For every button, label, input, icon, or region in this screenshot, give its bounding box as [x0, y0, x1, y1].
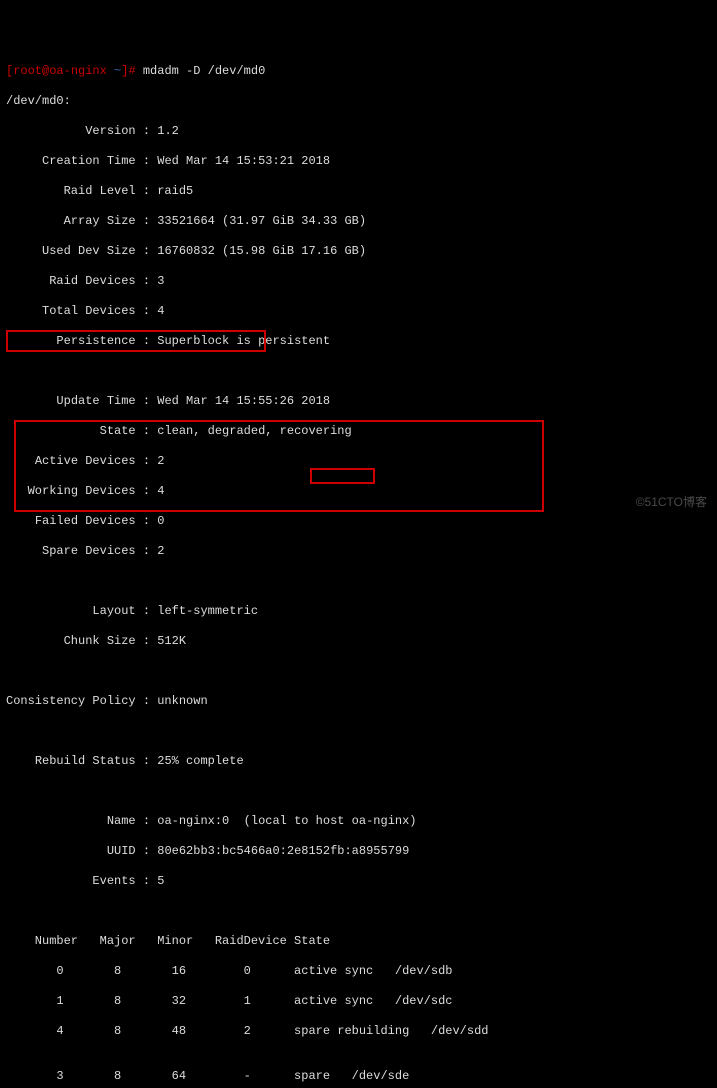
- field-layout: Layout : left-symmetric: [6, 604, 711, 619]
- field-chunk: Chunk Size : 512K: [6, 634, 711, 649]
- field-rebuild-status: Rebuild Status : 25% complete: [6, 754, 711, 769]
- field-raid-devices: Raid Devices : 3: [6, 274, 711, 289]
- field-failed-devices: Failed Devices : 0: [6, 514, 711, 529]
- field-spare-devices: Spare Devices : 2: [6, 544, 711, 559]
- table-row: 1 8 32 1 active sync /dev/sdc: [6, 994, 711, 1009]
- field-total-devices: Total Devices : 4: [6, 304, 711, 319]
- field-ctime: Creation Time : Wed Mar 14 15:53:21 2018: [6, 154, 711, 169]
- field-version: Version : 1.2: [6, 124, 711, 139]
- field-name: Name : oa-nginx:0 (local to host oa-ngin…: [6, 814, 711, 829]
- table-row: 4 8 48 2 spare rebuilding /dev/sdd: [6, 1024, 711, 1039]
- table-header: Number Major Minor RaidDevice State: [6, 934, 711, 949]
- field-active-devices: Active Devices : 2: [6, 454, 711, 469]
- field-uuid: UUID : 80e62bb3:bc5466a0:2e8152fb:a89557…: [6, 844, 711, 859]
- prompt-line: [root@oa-nginx ~]# mdadm -D /dev/md0: [6, 64, 711, 79]
- command-text: mdadm -D /dev/md0: [143, 64, 265, 78]
- field-array-size: Array Size : 33521664 (31.97 GiB 34.33 G…: [6, 214, 711, 229]
- field-persistence: Persistence : Superblock is persistent: [6, 334, 711, 349]
- field-raid-level: Raid Level : raid5: [6, 184, 711, 199]
- highlight-rebuilding-word: [310, 468, 375, 484]
- field-consistency-policy: Consistency Policy : unknown: [6, 694, 711, 709]
- field-events: Events : 5: [6, 874, 711, 889]
- table-row: 3 8 64 - spare /dev/sde: [6, 1069, 711, 1084]
- field-used-size: Used Dev Size : 16760832 (15.98 GiB 17.1…: [6, 244, 711, 259]
- field-state: State : clean, degraded, recovering: [6, 424, 711, 439]
- field-update-time: Update Time : Wed Mar 14 15:55:26 2018: [6, 394, 711, 409]
- table-row: 0 8 16 0 active sync /dev/sdb: [6, 964, 711, 979]
- device-line: /dev/md0:: [6, 94, 711, 109]
- field-working-devices: Working Devices : 4: [6, 484, 711, 499]
